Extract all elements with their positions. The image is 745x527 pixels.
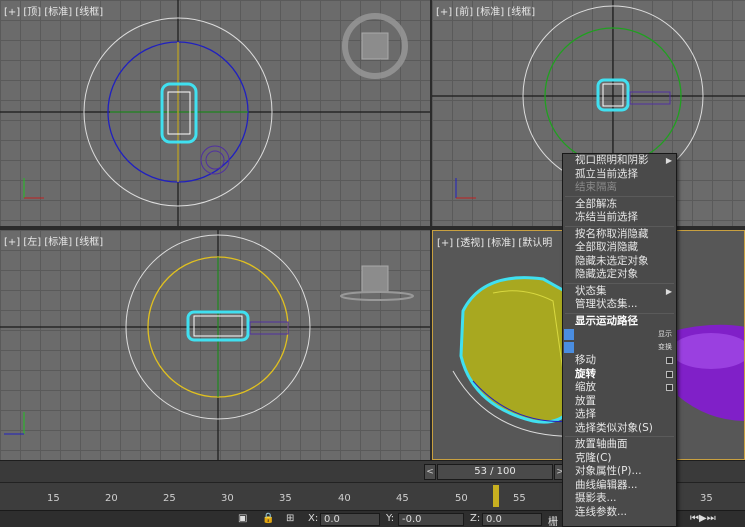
menu-item-scale[interactable]: 缩放 bbox=[563, 381, 676, 395]
menu-item-isolate[interactable]: 孤立当前选择 bbox=[563, 168, 676, 182]
tick-label: 15 bbox=[47, 493, 60, 504]
settings-box-icon[interactable] bbox=[666, 370, 673, 378]
quad-label-display: 显示 bbox=[563, 328, 676, 341]
menu-item-unhide-all[interactable]: 全部取消隐藏 bbox=[563, 241, 676, 255]
viewport-scene bbox=[0, 0, 430, 226]
prev-frame-button[interactable]: < bbox=[424, 464, 436, 480]
menu-item-manage-state-sets[interactable]: 管理状态集... bbox=[563, 298, 676, 312]
menu-divider bbox=[565, 282, 674, 284]
menu-item-viewport-lighting[interactable]: 视口照明和阴影 ▶ bbox=[563, 154, 676, 168]
frame-counter[interactable]: 53 / 100 bbox=[437, 464, 553, 480]
tick-label: 50 bbox=[455, 493, 468, 504]
grid-label: 栅 bbox=[548, 517, 558, 527]
menu-item-select-similar[interactable]: 选择类似对象(S) bbox=[563, 422, 676, 436]
menu-item-unhide-by-name[interactable]: 按名称取消隐藏 bbox=[563, 228, 676, 242]
settings-box-icon[interactable] bbox=[666, 384, 673, 391]
z-label: Z: bbox=[470, 513, 481, 524]
menu-item-end-isolate: 结束隔离 bbox=[575, 181, 617, 193]
menu-item-freeze-selection[interactable]: 冻结当前选择 bbox=[563, 211, 676, 225]
tick-label: 35 bbox=[700, 493, 713, 504]
menu-item-state-sets[interactable]: 状态集 ▶ bbox=[563, 285, 676, 299]
menu-item-wire-parameters[interactable]: 连线参数... bbox=[563, 506, 676, 520]
select-icon[interactable]: ▣ bbox=[238, 513, 247, 524]
y-field[interactable]: -0.0 bbox=[398, 513, 464, 526]
x-label: X: bbox=[308, 513, 319, 524]
tick-label: 25 bbox=[163, 493, 176, 504]
viewport-scene bbox=[0, 230, 430, 460]
settings-box-icon[interactable] bbox=[666, 357, 673, 364]
tick-label: 20 bbox=[105, 493, 118, 504]
tick-label: 30 bbox=[221, 493, 234, 504]
menu-item-unfreeze-all[interactable]: 全部解冻 bbox=[563, 198, 676, 212]
menu-item-select[interactable]: 选择 bbox=[563, 408, 676, 422]
tick-label: 35 bbox=[279, 493, 292, 504]
menu-divider bbox=[565, 312, 674, 314]
quad-label-transform: 变换 bbox=[563, 341, 676, 354]
submenu-arrow-icon: ▶ bbox=[665, 286, 672, 296]
menu-item-dope-sheet[interactable]: 摄影表... bbox=[563, 492, 676, 506]
menu-divider bbox=[565, 195, 674, 197]
menu-item-place-pivot-surface[interactable]: 放置轴曲面 bbox=[563, 438, 676, 452]
tick-label: 55 bbox=[513, 493, 526, 504]
menu-divider bbox=[565, 436, 674, 437]
submenu-arrow-icon: ▶ bbox=[665, 156, 672, 165]
tick-label: 40 bbox=[338, 493, 351, 504]
lock-icon[interactable]: 🔒 bbox=[262, 513, 274, 524]
menu-divider bbox=[565, 225, 674, 227]
menu-item-show-motion-path[interactable]: 显示运动路径 bbox=[563, 315, 676, 329]
viewport-top[interactable]: [+] [顶] [标准] [线框] bbox=[0, 0, 430, 226]
menu-item-place[interactable]: 放置 bbox=[563, 395, 676, 409]
menu-item-curve-editor[interactable]: 曲线编辑器... bbox=[563, 479, 676, 493]
menu-item-move[interactable]: 移动 bbox=[563, 354, 676, 368]
quad-icon bbox=[564, 329, 574, 340]
time-marker[interactable] bbox=[493, 485, 499, 507]
transform-icon[interactable]: ⊞ bbox=[286, 513, 294, 524]
z-field[interactable]: 0.0 bbox=[482, 513, 542, 526]
x-field[interactable]: 0.0 bbox=[320, 513, 380, 526]
play-controls-icon[interactable]: ⏮▶⏭ bbox=[690, 513, 716, 524]
viewport-left[interactable]: [+] [左] [标准] [线框] bbox=[0, 230, 430, 460]
menu-item-object-properties[interactable]: 对象属性(P)... bbox=[563, 465, 676, 479]
y-label: Y: bbox=[386, 513, 395, 524]
menu-item-clone[interactable]: 克隆(C) bbox=[563, 452, 676, 466]
quad-icon bbox=[564, 342, 574, 353]
quad-context-menu: 视口照明和阴影 ▶ 孤立当前选择 结束隔离 全部解冻 冻结当前选择 按名称取消隐藏… bbox=[562, 153, 677, 527]
menu-item-rotate[interactable]: 旋转 bbox=[563, 368, 676, 382]
tick-label: 45 bbox=[396, 493, 409, 504]
menu-item-hide-selection[interactable]: 隐藏选定对象 bbox=[563, 268, 676, 282]
menu-item-hide-unselected[interactable]: 隐藏未选定对象 bbox=[563, 255, 676, 269]
